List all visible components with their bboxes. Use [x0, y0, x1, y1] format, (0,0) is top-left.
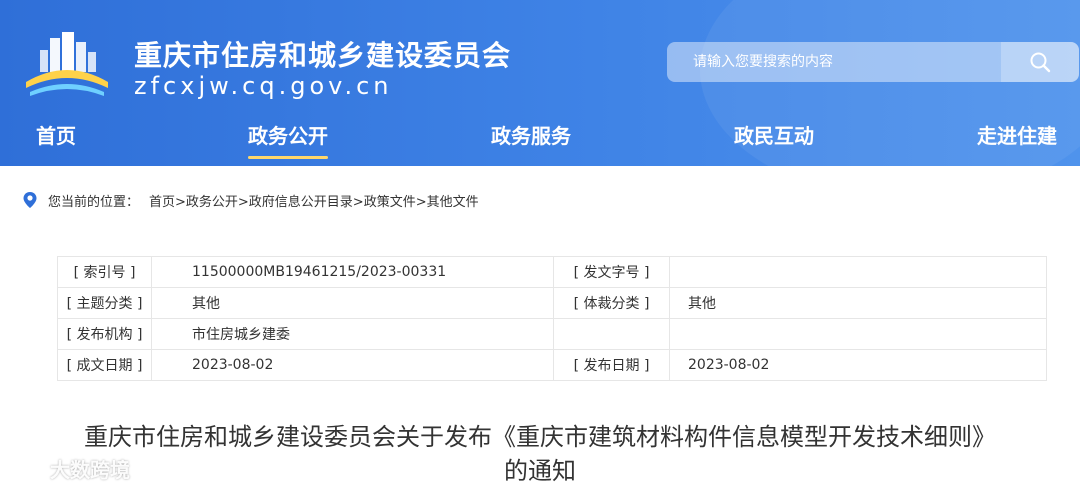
- meta-key-topic-category: [ 主题分类 ]: [57, 287, 152, 319]
- site-header: 重庆市住房和城乡建设委员会 zfcxjw.cq.gov.cn 首页 政务公开 政…: [0, 0, 1080, 166]
- watermark: 大数跨境: [10, 454, 130, 483]
- meta-value-genre-category: 其他: [669, 287, 1047, 319]
- location-pin-icon: [23, 192, 37, 208]
- meta-key-index-number: [ 索引号 ]: [57, 256, 152, 288]
- table-row: [ 发布机构 ] 市住房城乡建委: [57, 318, 1047, 350]
- article-title-line-2: 的通知: [504, 457, 576, 485]
- document-meta-table: [ 索引号 ] 11500000MB19461215/2023-00331 [ …: [57, 256, 1047, 381]
- main-nav: 首页 政务公开 政务服务 政民互动 走进住建: [0, 118, 1080, 166]
- table-row: [ 索引号 ] 11500000MB19461215/2023-00331 [ …: [57, 256, 1047, 288]
- article-title-line-1: 重庆市住房和城乡建设委员会关于发布《重庆市建筑材料构件信息模型开发技术细则》: [84, 423, 996, 451]
- meta-key-publish-date: [ 发布日期 ]: [553, 349, 670, 381]
- table-row: [ 成文日期 ] 2023-08-02 [ 发布日期 ] 2023-08-02: [57, 349, 1047, 381]
- meta-key-written-date: [ 成文日期 ]: [57, 349, 152, 381]
- nav-item-government-services[interactable]: 政务服务: [491, 120, 571, 149]
- meta-value-issuing-agency: 市住房城乡建委: [151, 318, 554, 350]
- nav-item-public-interaction[interactable]: 政民互动: [734, 120, 814, 149]
- meta-value-topic-category: 其他: [151, 287, 554, 319]
- site-name[interactable]: 重庆市住房和城乡建设委员会: [134, 34, 511, 74]
- search-box: [667, 42, 1079, 82]
- search-input[interactable]: [667, 42, 1027, 82]
- meta-value-publish-date: 2023-08-02: [669, 349, 1047, 381]
- meta-key-issuing-agency: [ 发布机构 ]: [57, 318, 152, 350]
- nav-item-about[interactable]: 走进住建: [977, 120, 1057, 149]
- search-icon: [1030, 52, 1051, 73]
- breadcrumb-label: 您当前的位置：: [48, 194, 140, 210]
- building-logo-icon[interactable]: [22, 28, 112, 98]
- nav-item-government-affairs-disclosure[interactable]: 政务公开: [248, 120, 328, 159]
- meta-value-written-date: 2023-08-02: [151, 349, 554, 381]
- search-button[interactable]: [1001, 42, 1079, 82]
- meta-value-empty: [669, 318, 1047, 350]
- article-title: 重庆市住房和城乡建设委员会关于发布《重庆市建筑材料构件信息模型开发技术细则》 的…: [20, 420, 1060, 488]
- watermark-text: 大数跨境: [50, 458, 130, 482]
- site-url[interactable]: zfcxjw.cq.gov.cn: [134, 72, 393, 100]
- meta-value-document-number: [669, 256, 1047, 288]
- weibo-icon: [11, 455, 46, 481]
- nav-item-home[interactable]: 首页: [36, 120, 76, 149]
- breadcrumb-path[interactable]: 首页>政务公开>政府信息公开目录>政策文件>其他文件: [149, 191, 479, 210]
- table-row: [ 主题分类 ] 其他 [ 体裁分类 ] 其他: [57, 287, 1047, 319]
- meta-key-empty: [553, 318, 670, 350]
- meta-key-genre-category: [ 体裁分类 ]: [553, 287, 670, 319]
- breadcrumb: 您当前的位置： 首页>政务公开>政府信息公开目录>政策文件>其他文件: [22, 190, 479, 210]
- meta-key-document-number: [ 发文字号 ]: [553, 256, 670, 288]
- meta-value-index-number: 11500000MB19461215/2023-00331: [151, 256, 554, 288]
